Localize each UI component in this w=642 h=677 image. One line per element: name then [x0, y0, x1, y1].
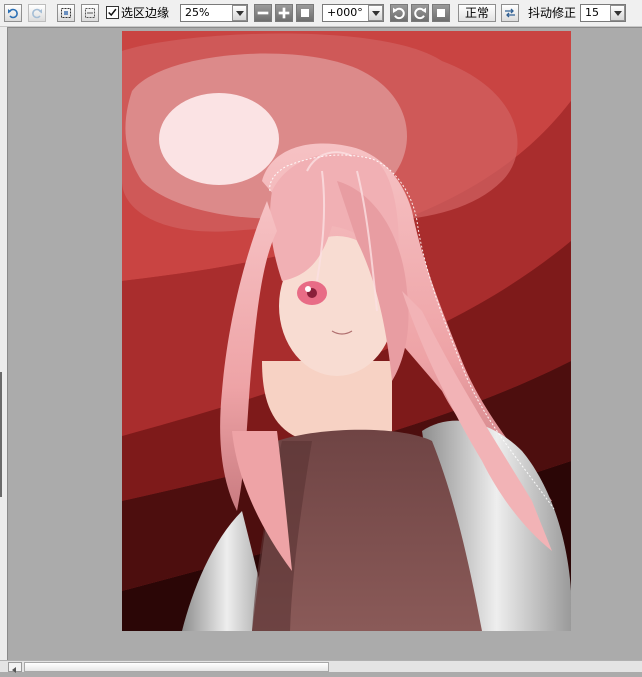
flip-horizontal-button[interactable] [501, 4, 519, 22]
selection-edge-label: 选区边缘 [121, 6, 170, 20]
redo-button[interactable] [28, 4, 46, 22]
left-panel-edge [0, 27, 7, 660]
zoom-in-button[interactable] [275, 4, 293, 22]
selection-marquee-icon [61, 8, 71, 18]
rotate-ccw-button[interactable] [390, 4, 408, 22]
toolbar: 选区边缘 25% +000° 正常 抖动修正 15 [0, 0, 642, 27]
selection-edge-checkbox[interactable] [106, 6, 119, 19]
blend-mode-button[interactable]: 正常 [458, 4, 496, 22]
zoom-dropdown-button[interactable] [232, 5, 247, 21]
plus-icon [278, 7, 290, 19]
undo-icon [8, 8, 18, 19]
stabilizer-value: 15 [585, 6, 599, 19]
redo-icon [32, 8, 42, 19]
flip-horizontal-icon [505, 8, 515, 18]
rotate-left-icon [393, 7, 405, 20]
square-icon [301, 9, 309, 17]
blend-mode-label: 正常 [464, 6, 489, 20]
rotation-reset-button[interactable] [432, 4, 450, 22]
undo-button[interactable] [4, 4, 22, 22]
square-icon [437, 9, 445, 17]
chevron-down-icon [371, 10, 380, 16]
rotation-dropdown-button[interactable] [368, 5, 383, 21]
zoom-value: 25% [185, 6, 210, 19]
rotate-cw-button[interactable] [411, 4, 429, 22]
stabilizer-label: 抖动修正 [528, 6, 577, 20]
artwork-canvas[interactable] [122, 31, 571, 631]
zoom-out-button[interactable] [254, 4, 272, 22]
panel-splitter[interactable] [0, 372, 2, 497]
deselect-button[interactable] [81, 4, 99, 22]
chevron-left-icon [12, 667, 16, 673]
chevron-down-icon [235, 10, 244, 16]
rotate-right-icon [414, 7, 426, 20]
select-all-button[interactable] [57, 4, 75, 22]
chevron-down-icon [613, 10, 622, 16]
minus-icon [257, 11, 269, 15]
zoom-reset-button[interactable] [296, 4, 314, 22]
deselect-icon [85, 8, 95, 18]
horizontal-scrollbar[interactable] [0, 660, 642, 673]
checkmark-icon [108, 8, 117, 17]
stabilizer-dropdown-button[interactable] [610, 5, 625, 21]
rotation-value: +000° [327, 6, 363, 19]
